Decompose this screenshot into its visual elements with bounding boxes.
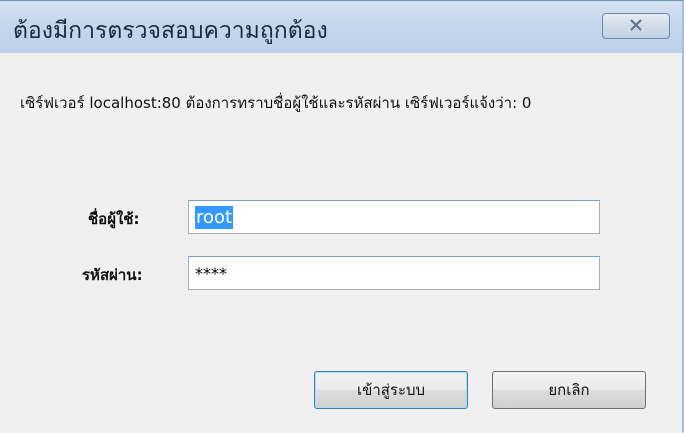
password-label: รหัสผ่าน: <box>82 266 143 284</box>
cancel-button[interactable]: ยกเลิก <box>492 371 646 409</box>
username-field[interactable]: root <box>188 200 600 234</box>
close-icon <box>628 17 644 36</box>
auth-dialog: ต้องมีการตรวจสอบความถูกต้อง เซิร์ฟเวอร์ … <box>0 0 684 433</box>
dialog-title: ต้องมีการตรวจสอบความถูกต้อง <box>13 18 328 44</box>
password-value: **** <box>195 263 227 283</box>
auth-message: เซิร์ฟเวอร์ localhost:80 ต้องการทราบชื่อ… <box>20 94 532 112</box>
login-button[interactable]: เข้าสู่ระบบ <box>314 371 468 409</box>
title-bar[interactable]: ต้องมีการตรวจสอบความถูกต้อง <box>0 1 682 53</box>
close-button[interactable] <box>602 13 670 39</box>
username-value: root <box>195 205 234 229</box>
username-label: ชื่อผู้ใช้: <box>88 210 140 228</box>
password-field[interactable]: **** <box>188 256 600 290</box>
dialog-body: เซิร์ฟเวอร์ localhost:80 ต้องการทราบชื่อ… <box>0 53 682 433</box>
